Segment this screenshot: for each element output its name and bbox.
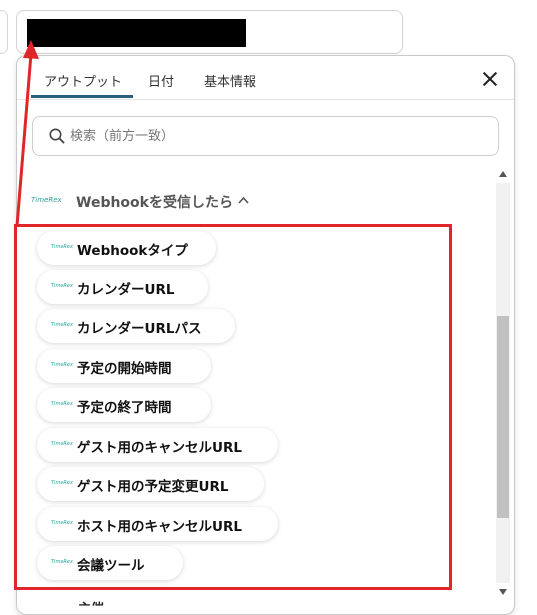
active-tab-indicator [31,95,133,98]
scrollbar-track[interactable] [496,183,510,583]
output-item-webhook-type[interactable]: TimeRex Webhookタイプ [37,231,216,265]
left-field-edge [0,10,8,54]
close-icon[interactable] [478,67,502,91]
output-item-end-time[interactable]: TimeRex 予定の終了時間 [37,388,211,422]
output-item-host-cancel-url[interactable]: TimeRex ホスト用のキャンセルURL [37,507,278,541]
timerex-logo: TimeRex [51,322,73,328]
chevron-up-icon[interactable] [238,196,249,204]
timerex-logo: TimeRex [51,559,73,565]
timerex-logo: TimeRex [51,520,73,526]
output-item-calendar-url[interactable]: TimeRex カレンダーURL [37,270,208,304]
timerex-logo: TimeRex [51,401,73,407]
timerex-logo: TimeRex [51,362,73,368]
output-item-calendar-url-path[interactable]: TimeRex カレンダーURLパス [37,309,235,343]
output-item-label: 会議ツール [77,558,145,574]
output-item-label: 予定の開始時間 [77,361,172,377]
tab-date[interactable]: 日付 [148,71,174,90]
tab-basic-info[interactable]: 基本情報 [204,71,256,90]
output-item-guest-reschedule-url[interactable]: TimeRex ゲスト用の予定変更URL [37,467,264,501]
output-item-guest-cancel-url[interactable]: TimeRex ゲスト用のキャンセルURL [37,428,278,462]
output-item-label: カレンダーURLパス [77,321,202,337]
output-item-label: カレンダーURL [77,282,175,298]
output-item-label: 予定の終了時間 [77,400,172,416]
output-item-meeting-tool[interactable]: TimeRex 会議ツール [37,546,183,580]
timerex-logo: TimeRex [31,196,62,204]
timerex-logo: TimeRex [51,244,73,250]
scroll-up-arrow-icon[interactable] [499,171,507,177]
timerex-logo: TimeRex [51,283,73,289]
section-header-webhook[interactable]: TimeRex Webhookを受信したら [31,192,291,212]
timerex-logo: TimeRex [51,480,73,486]
output-item-label: ゲスト用の予定変更URL [77,479,229,495]
search-input[interactable] [70,125,470,147]
timerex-logo: TimeRex [51,441,73,447]
output-item-label: Webhookタイプ [77,243,188,259]
section-title: Webhookを受信したら [76,195,233,211]
scrollbar[interactable] [496,171,510,601]
scroll-down-arrow-icon[interactable] [499,589,507,595]
search-icon [49,128,65,144]
output-picker-panel: アウトプット 日付 基本情報 TimeRex Webhookを受信したら Tim… [16,55,515,615]
redacted-content [27,19,246,47]
search-box[interactable] [32,116,499,156]
tab-bar: アウトプット 日付 基本情報 [17,56,514,100]
output-item-label: ゲスト用のキャンセルURL [77,440,242,456]
output-item-label: ホスト用のキャンセルURL [77,519,242,535]
tab-output[interactable]: アウトプット [44,71,122,90]
scrollbar-thumb[interactable] [497,316,509,518]
output-item-start-time[interactable]: TimeRex 予定の開始時間 [37,349,211,383]
